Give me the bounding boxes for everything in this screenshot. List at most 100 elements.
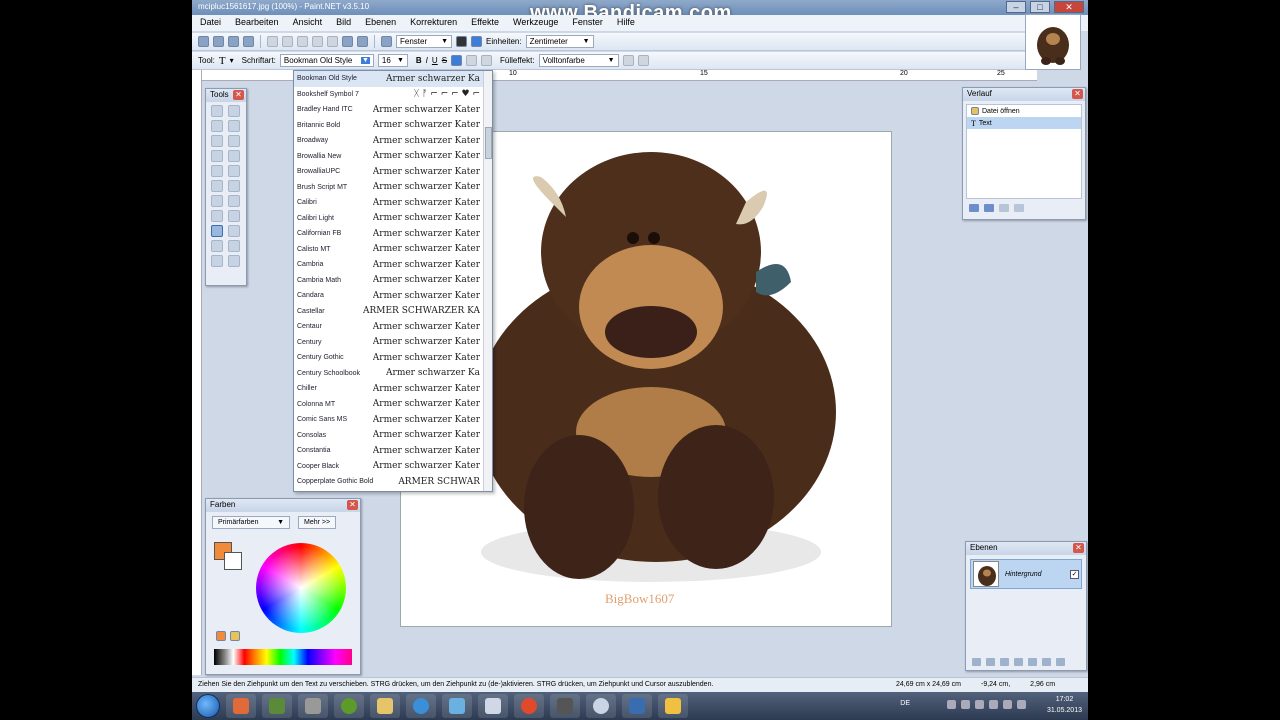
start-button[interactable] [196,694,220,718]
font-list-item[interactable]: Colonna MT Armer schwarzer Kater [294,397,492,413]
line-tool-icon[interactable] [228,225,240,237]
menu-effekte[interactable]: Effekte [471,17,499,29]
more-button[interactable]: Mehr >> [298,516,337,529]
font-size-select[interactable]: 16 ▼ [377,54,408,67]
taskbar-app[interactable] [370,694,400,718]
font-list-item[interactable]: Castellar ARMER SCHWARZER KA [294,304,492,320]
copy-icon[interactable] [282,36,293,47]
redo-icon[interactable] [999,204,1009,212]
menu-fenster[interactable]: Fenster [572,17,603,29]
undo-icon[interactable] [984,204,994,212]
font-list-item[interactable]: Constantia Armer schwarzer Kater [294,443,492,459]
palette-menu-icon[interactable] [230,631,240,641]
units-select[interactable]: Zentimeter ▼ [525,35,594,48]
add-color-icon[interactable] [216,631,226,641]
font-list-item[interactable]: Cambria Math Armer schwarzer Kater [294,273,492,289]
font-dropdown-list[interactable]: Bookman Old Style Armer schwarzer Ka Books… [293,70,493,492]
taskbar-app[interactable] [298,694,328,718]
menu-werkzeuge[interactable]: Werkzeuge [513,17,558,29]
taskbar-app[interactable] [478,694,508,718]
cut-icon[interactable] [267,36,278,47]
font-list-item[interactable]: Browallia New Armer schwarzer Kater [294,149,492,165]
font-list-item[interactable]: Centaur Armer schwarzer Kater [294,319,492,335]
tray-icon[interactable] [947,700,956,709]
duplicate-layer-icon[interactable] [1000,658,1009,666]
taskbar-app[interactable] [262,694,292,718]
font-list-item[interactable]: Bookman Old Style Armer schwarzer Ka [294,71,492,87]
move-down-icon[interactable] [1042,658,1051,666]
align-right-icon[interactable] [481,55,493,66]
deselect-icon[interactable] [327,36,338,47]
font-list-item[interactable]: Calibri Armer schwarzer Kater [294,195,492,211]
antialiasing-icon[interactable] [622,55,634,66]
font-list-item[interactable]: Calisto MT Armer schwarzer Kater [294,242,492,258]
history-item[interactable]: Datei öffnen [967,105,1081,117]
rounded-rectangle-tool-icon[interactable] [228,240,240,252]
magic-wand-tool-icon[interactable] [211,150,223,162]
menu-hilfe[interactable]: Hilfe [617,17,635,29]
network-icon[interactable] [1017,700,1026,709]
crop-icon[interactable] [312,36,323,47]
taskbar-app[interactable] [658,694,688,718]
font-list-item[interactable]: Britannic Bold Armer schwarzer Kater [294,118,492,134]
zoom-icon[interactable] [381,36,392,47]
scrollbar[interactable] [483,71,492,491]
menu-korrekturen[interactable]: Korrekturen [410,17,457,29]
tray-icon[interactable] [961,700,970,709]
close-icon[interactable]: ✕ [347,500,358,510]
taskbar-app[interactable] [226,694,256,718]
color-palette[interactable] [214,649,352,665]
redo-icon[interactable] [357,36,368,47]
font-list-item[interactable]: Chiller Armer schwarzer Kater [294,381,492,397]
close-icon[interactable]: ✕ [1072,89,1083,99]
font-list-item[interactable]: Candara Armer schwarzer Kater [294,288,492,304]
font-list-item[interactable]: Cooper Black Armer schwarzer Kater [294,459,492,475]
menu-ansicht[interactable]: Ansicht [293,17,323,29]
layer-visible-checkbox[interactable]: ✓ [1070,569,1079,579]
rewind-icon[interactable] [969,204,979,212]
taskbar-app[interactable] [586,694,616,718]
new-icon[interactable] [198,36,209,47]
taskbar-app[interactable] [514,694,544,718]
rectangle-select-tool-icon[interactable] [211,105,223,117]
scrollbar-thumb[interactable] [485,127,492,159]
blend-mode-icon[interactable] [637,55,649,66]
font-list-item[interactable]: Century Gothic Armer schwarzer Kater [294,350,492,366]
grid-icon[interactable] [456,36,467,47]
rulers-icon[interactable] [471,36,482,47]
font-list-item[interactable]: Cambria Armer schwarzer Kater [294,257,492,273]
pan-tool-icon[interactable] [228,150,240,162]
font-list-item[interactable]: Consolas Armer schwarzer Kater [294,428,492,444]
text-tool-icon[interactable] [211,225,223,237]
rectangle-tool-icon[interactable] [211,240,223,252]
close-icon[interactable]: ✕ [233,90,244,100]
ellipse-tool-icon[interactable] [211,255,223,267]
menu-datei[interactable]: Datei [200,17,221,29]
open-icon[interactable] [213,36,224,47]
clock[interactable]: 17:02 31.05.2013 [1047,694,1082,716]
font-list-item[interactable]: Copperplate Gothic Bold ARMER SCHWAR [294,474,492,490]
font-list-item[interactable]: Comic Sans MS Armer schwarzer Kater [294,412,492,428]
taskbar-app[interactable] [622,694,652,718]
font-list-item[interactable]: BrowalliaUPC Armer schwarzer Kater [294,164,492,180]
print-icon[interactable] [243,36,254,47]
save-icon[interactable] [228,36,239,47]
zoom-tool-icon[interactable] [228,135,240,147]
paste-icon[interactable] [297,36,308,47]
taskbar-app[interactable] [406,694,436,718]
undo-icon[interactable] [342,36,353,47]
menu-ebenen[interactable]: Ebenen [365,17,396,29]
ellipse-select-tool-icon[interactable] [211,135,223,147]
bold-button[interactable]: B [416,56,422,65]
color-mode-select[interactable]: Primärfarben ▼ [212,516,290,529]
font-list-item[interactable]: Calibri Light Armer schwarzer Kater [294,211,492,227]
add-layer-icon[interactable] [972,658,981,666]
paintbrush-tool-icon[interactable] [211,180,223,192]
move-selected-tool-icon[interactable] [228,120,240,132]
eraser-tool-icon[interactable] [228,180,240,192]
font-list-item[interactable]: Broadway Armer schwarzer Kater [294,133,492,149]
strikethrough-button[interactable]: S [442,56,447,65]
secondary-color-swatch[interactable] [224,552,242,570]
close-icon[interactable]: ✕ [1073,543,1084,553]
minimize-button[interactable]: – [1006,1,1026,13]
